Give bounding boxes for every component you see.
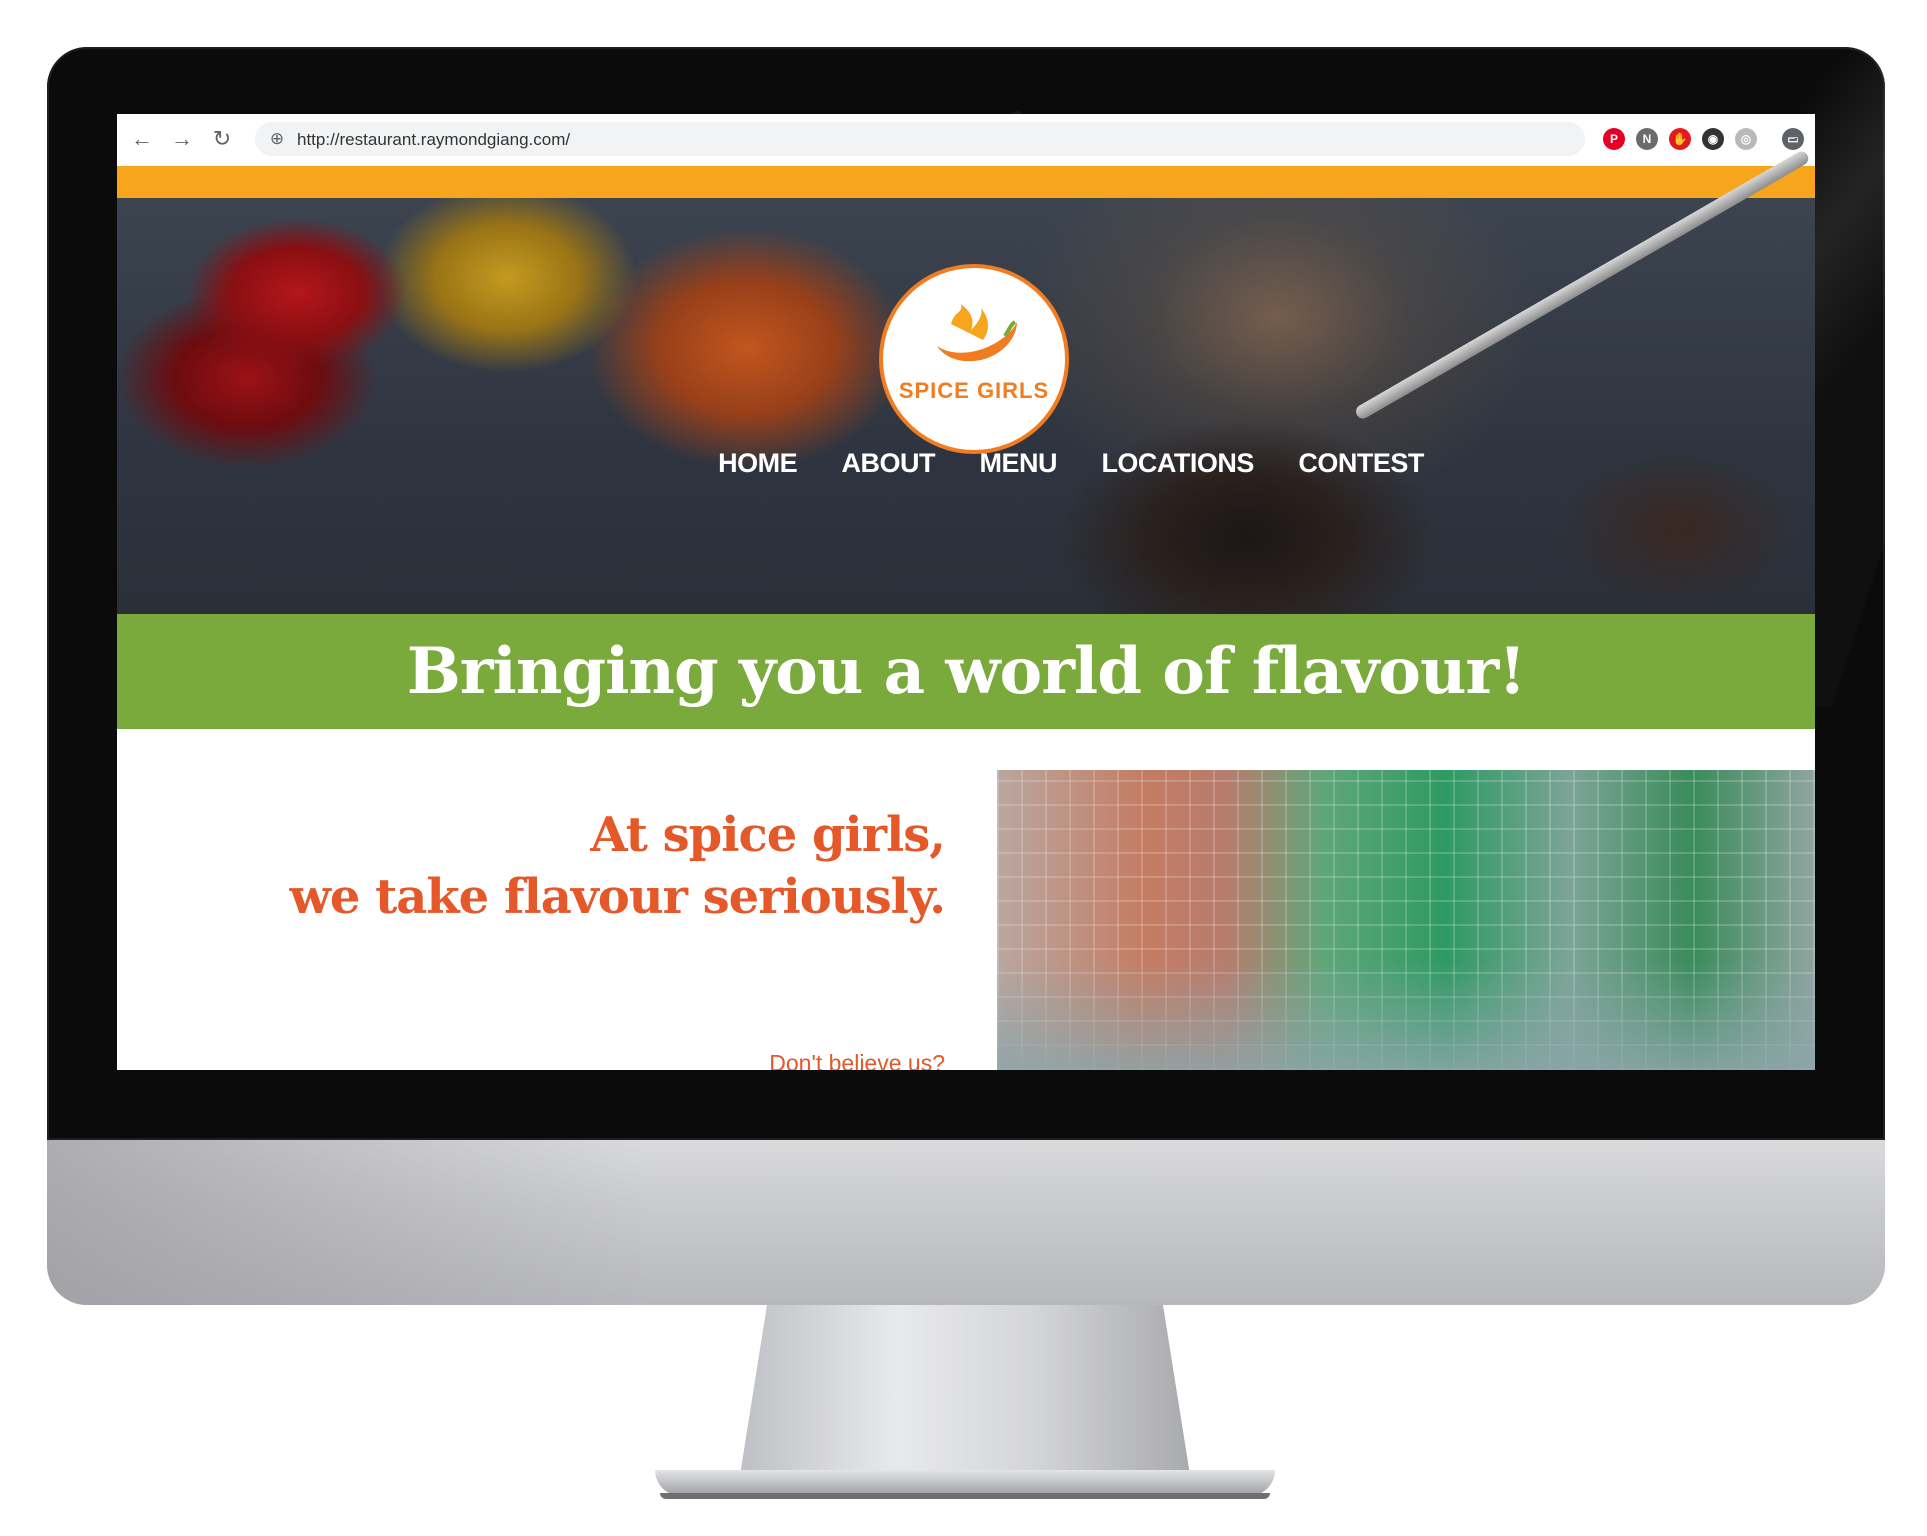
monitor-chin-shadow (47, 1140, 647, 1305)
tagline-heading: Bringing you a world of flavour! (406, 634, 1527, 709)
nav-item-contest[interactable]: CONTEST (1298, 448, 1424, 479)
screen: ← → ↻ ⊕ http://restaurant.raymondgiang.c… (117, 114, 1815, 1070)
intro-heading-line-1: At spice girls, (590, 807, 946, 863)
reload-icon[interactable]: ↻ (209, 126, 235, 152)
address-url: http://restaurant.raymondgiang.com/ (297, 130, 571, 149)
browser-toolbar: ← → ↻ ⊕ http://restaurant.raymondgiang.c… (117, 114, 1815, 167)
dont-believe-us-link[interactable]: Don't believe us? (117, 1050, 945, 1070)
back-arrow-icon[interactable]: ← (129, 126, 155, 152)
tagline-banner: Bringing you a world of flavour! (117, 614, 1815, 729)
forward-arrow-icon[interactable]: → (169, 126, 195, 152)
camera-icon[interactable]: ◉ (1702, 128, 1724, 150)
nav-item-locations[interactable]: LOCATIONS (1101, 448, 1254, 479)
notion-icon[interactable]: N (1636, 128, 1658, 150)
address-bar[interactable]: ⊕ http://restaurant.raymondgiang.com/ (255, 122, 1585, 156)
chili-flame-icon (937, 304, 1017, 362)
nav-item-menu[interactable]: MENU (979, 448, 1057, 479)
monitor-stand (740, 1305, 1190, 1475)
tile-photo (997, 770, 1815, 1070)
adblock-icon[interactable]: ✋ (1669, 128, 1691, 150)
hero-banner: SPICE GIRLS HOME ABOUT MENU LOCATIONS CO… (117, 148, 1815, 614)
browser-menu-icon[interactable]: ⋮ (1783, 126, 1809, 152)
nav-item-about[interactable]: ABOUT (842, 448, 936, 479)
globe-icon: ⊕ (269, 129, 285, 148)
top-accent-strip (117, 166, 1815, 198)
extension-icon[interactable]: ◎ (1735, 128, 1757, 150)
main-nav: HOME ABOUT MENU LOCATIONS CONTEST (117, 448, 1815, 479)
intro-heading-line-2: we take flavour seriously. (289, 869, 947, 925)
logo-text: SPICE GIRLS (898, 378, 1050, 403)
nav-item-home[interactable]: HOME (718, 448, 798, 479)
site-logo[interactable]: SPICE GIRLS (879, 264, 1069, 454)
monitor-stand-foot (660, 1493, 1270, 1499)
intro-section: At spice girls, we take flavour seriousl… (117, 804, 947, 928)
pinterest-icon[interactable]: P (1603, 128, 1625, 150)
